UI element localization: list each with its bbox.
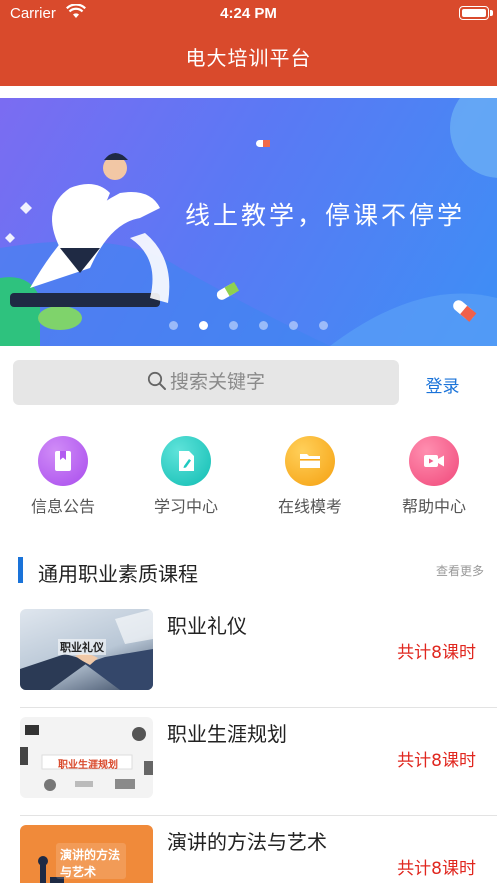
quick-nav: 信息公告 学习中心 在线模考 帮助中心 bbox=[0, 436, 497, 516]
course-title: 演讲的方法与艺术 bbox=[167, 830, 327, 854]
bookmark-book-icon bbox=[38, 436, 88, 486]
carousel-dot[interactable] bbox=[289, 321, 298, 330]
quick-nav-item-notices[interactable]: 信息公告 bbox=[3, 436, 123, 517]
thumbnail-caption: 职业生涯规划 bbox=[58, 760, 118, 771]
quick-nav-label: 学习中心 bbox=[153, 497, 218, 516]
login-button[interactable]: 登录 bbox=[415, 372, 470, 397]
banner-slogan: 线上教学，停课不停学 bbox=[185, 201, 466, 230]
page-title: 电大培训平台 bbox=[185, 46, 312, 70]
quick-nav-label: 帮助中心 bbox=[401, 497, 466, 516]
carousel-dot-active[interactable] bbox=[199, 321, 208, 330]
thumbnail-caption: 演讲的方法与艺术 bbox=[60, 848, 121, 879]
search-placeholder: 搜索关键字 bbox=[169, 371, 265, 393]
status-time: 4:24 PM bbox=[220, 5, 277, 22]
course-title: 职业生涯规划 bbox=[167, 722, 287, 746]
course-item[interactable]: 职业礼仪 职业礼仪 共计8课时 bbox=[0, 600, 497, 708]
course-hours: 共计8课时 bbox=[397, 859, 476, 879]
section-header: 通用职业素质课程 查看更多 bbox=[0, 556, 497, 586]
carousel-dot[interactable] bbox=[319, 321, 328, 330]
quick-nav-item-mock-exam[interactable]: 在线模考 bbox=[250, 436, 370, 517]
thumbnail-caption: 职业礼仪 bbox=[58, 639, 106, 655]
battery-icon bbox=[459, 6, 493, 20]
section-accent-bar bbox=[18, 557, 23, 583]
course-item[interactable]: 职业生涯规划 职业生涯规划 共计8课时 bbox=[0, 708, 497, 816]
carousel-dot[interactable] bbox=[259, 321, 268, 330]
course-thumbnail: 职业礼仪 bbox=[20, 609, 153, 690]
folder-icon bbox=[285, 436, 335, 486]
video-camera-icon bbox=[409, 436, 459, 486]
section-title: 通用职业素质课程 bbox=[38, 562, 198, 586]
search-input[interactable]: 搜索关键字 bbox=[13, 360, 399, 405]
course-title: 职业礼仪 bbox=[167, 614, 247, 638]
course-hours: 共计8课时 bbox=[397, 643, 476, 663]
navigation-bar: Carrier 4:24 PM 电大培训平台 bbox=[0, 0, 497, 86]
document-pen-icon bbox=[161, 436, 211, 486]
course-item[interactable]: 演讲的方法与艺术 演讲的方法与艺术 共计8课时 bbox=[0, 816, 497, 883]
search-icon bbox=[147, 371, 166, 390]
course-thumbnail: 演讲的方法与艺术 bbox=[20, 825, 153, 883]
quick-nav-item-help[interactable]: 帮助中心 bbox=[374, 436, 494, 517]
status-bar: Carrier 4:24 PM bbox=[0, 0, 497, 28]
quick-nav-label: 信息公告 bbox=[30, 497, 95, 516]
course-hours: 共计8课时 bbox=[397, 751, 476, 771]
carousel-dot[interactable] bbox=[229, 321, 238, 330]
course-thumbnail: 职业生涯规划 bbox=[20, 717, 153, 798]
quick-nav-item-study[interactable]: 学习中心 bbox=[126, 436, 246, 517]
carousel-dot[interactable] bbox=[169, 321, 178, 330]
banner-carousel[interactable]: 线上教学，停课不停学 bbox=[0, 98, 497, 346]
carousel-indicator[interactable] bbox=[0, 321, 497, 331]
quick-nav-label: 在线模考 bbox=[277, 497, 342, 516]
view-more-link[interactable]: 查看更多 bbox=[436, 562, 484, 579]
